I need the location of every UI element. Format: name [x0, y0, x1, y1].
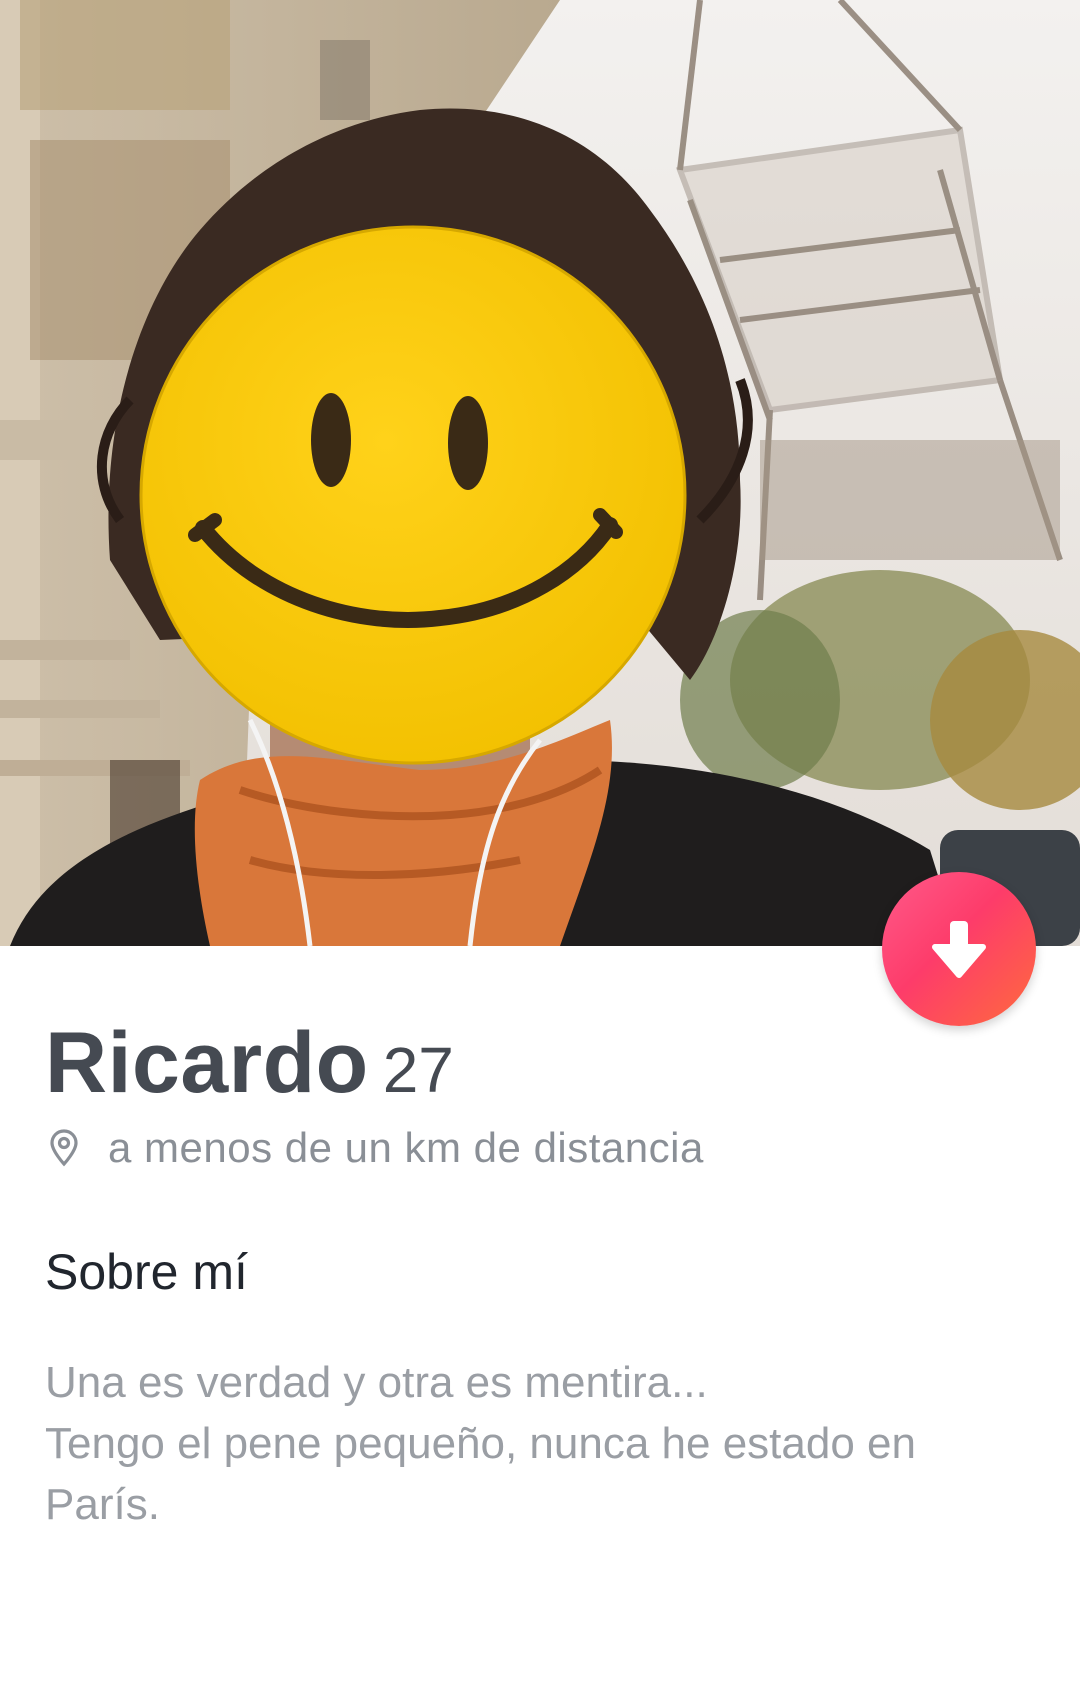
profile-photo[interactable]	[0, 0, 1080, 946]
profile-photo-illustration	[0, 0, 1080, 946]
profile-name: Ricardo	[45, 1015, 369, 1111]
expand-profile-button[interactable]	[882, 872, 1036, 1026]
distance-text: a menos de un km de distancia	[108, 1124, 704, 1171]
profile-age: 27	[382, 1034, 454, 1106]
location-pin-icon	[50, 1129, 78, 1167]
bio-line: París.	[45, 1480, 160, 1529]
bio-line: Tengo el pene pequeño, nunca he estado e…	[45, 1419, 916, 1468]
bio-text: Una es verdad y otra es mentira... Tengo…	[45, 1352, 1045, 1535]
arrow-down-icon	[932, 921, 986, 978]
profile-name-row: Ricardo 27	[45, 1014, 454, 1113]
about-heading: Sobre mí	[45, 1244, 248, 1300]
bio-line: Una es verdad y otra es mentira...	[45, 1358, 708, 1407]
distance-row: a menos de un km de distancia	[48, 1124, 704, 1172]
